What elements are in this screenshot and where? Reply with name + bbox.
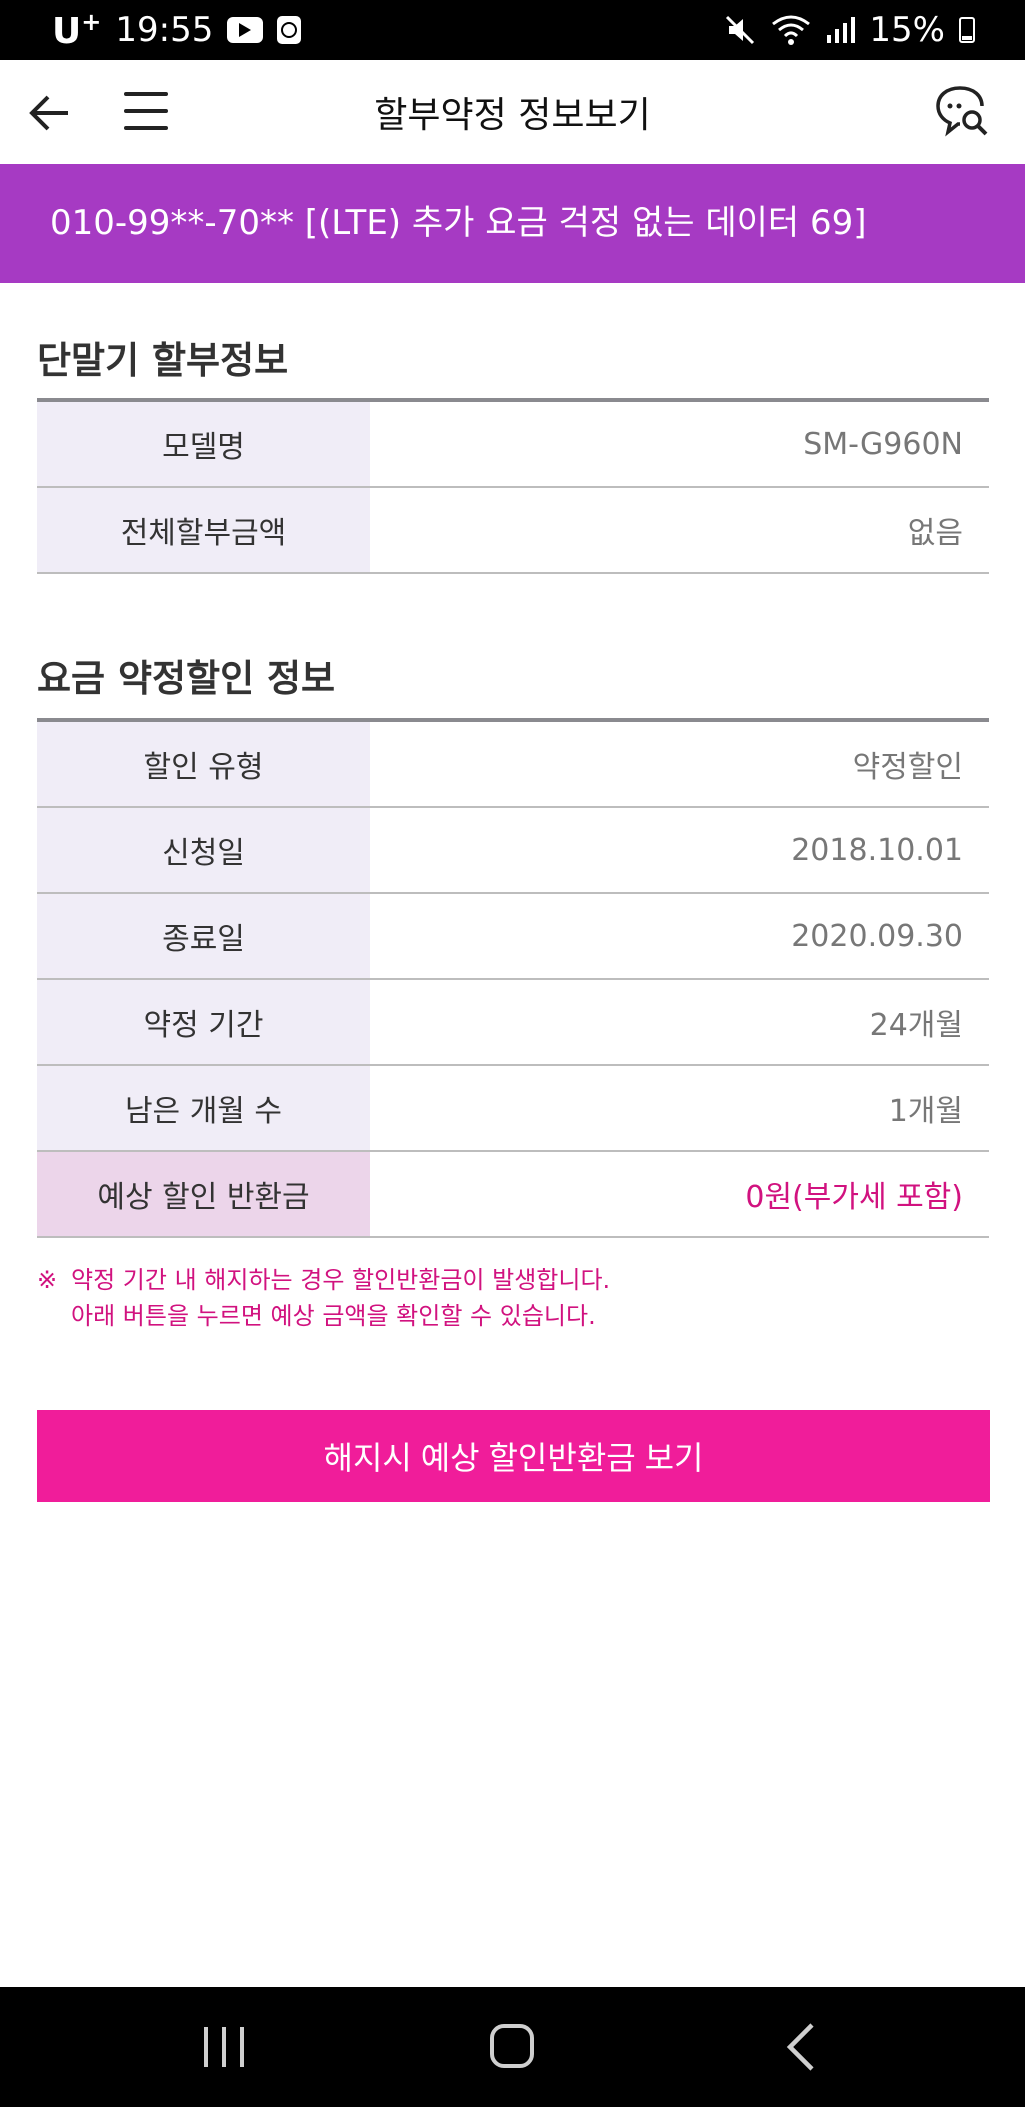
table-row: 남은 개월 수 1개월 [37,1066,989,1152]
row-value: 24개월 [869,1008,963,1043]
row-value: 없음 [907,516,963,551]
row-value: SM-G960N [803,426,963,462]
table-row: 전체할부금액 없음 [37,488,989,574]
row-label: 예상 할인 반환금 [37,1152,370,1236]
device-info-table: 모델명 SM-G960N 전체할부금액 없음 [37,398,989,574]
home-button[interactable] [490,2024,534,2068]
row-label: 남은 개월 수 [37,1066,370,1150]
battery-percent: 15% [869,10,945,50]
table-row: 모델명 SM-G960N [37,402,989,488]
notice-text: 약정 기간 내 해지하는 경우 할인반환금이 발생합니다. [71,1266,611,1294]
row-label: 할인 유형 [37,722,370,806]
carrier-superscript: + [81,8,102,36]
table-row: 신청일 2018.10.01 [37,808,989,894]
discount-info-table: 할인 유형 약정할인 신청일 2018.10.01 종료일 2020.09.30… [37,718,989,1238]
youtube-icon [227,17,264,43]
row-label: 신청일 [37,808,370,892]
status-bar: U+ 19:55 15% [0,0,1025,60]
plan-banner: 010-99**-70** [(LTE) 추가 요금 걱정 없는 데이터 69] [0,164,1025,283]
carrier-text: U [52,11,82,52]
clock-app-icon [277,16,302,44]
page-title: 할부약정 정보보기 [374,95,651,136]
recent-apps-icon [222,2027,226,2067]
device-section-title: 단말기 할부정보 [37,339,289,382]
system-back-button[interactable] [782,2021,822,2073]
view-expected-refund-button[interactable]: 해지시 예상 할인반환금 보기 [37,1410,990,1502]
table-row: 종료일 2020.09.30 [37,894,989,980]
refund-notice: ※ 약정 기간 내 해지하는 경우 할인반환금이 발생합니다. 아래 버튼을 누… [37,1262,989,1334]
discount-section-title: 요금 약정할인 정보 [37,657,336,700]
wifi-icon [772,15,811,45]
system-nav-bar [0,1987,1025,2107]
battery-icon [959,17,975,43]
recent-apps-icon [204,2027,208,2067]
row-label: 모델명 [37,402,370,486]
chevron-left-icon [786,2023,814,2071]
row-value: 1개월 [888,1094,963,1129]
mute-icon [726,15,755,45]
notice-text: 아래 버튼을 누르면 예상 금액을 확인할 수 있습니다. [71,1302,596,1330]
status-time: 19:55 [115,10,214,50]
status-left: U+ 19:55 [52,8,302,52]
recent-apps-icon [240,2027,244,2067]
recent-apps-button[interactable] [204,2027,244,2067]
row-label: 약정 기간 [37,980,370,1064]
chat-search-icon [936,86,988,137]
status-right: 15% [723,10,975,50]
table-row: 예상 할인 반환금 0원(부가세 포함) [37,1152,989,1238]
app-header: 할부약정 정보보기 [0,60,1025,164]
table-row: 약정 기간 24개월 [37,980,989,1066]
row-label: 종료일 [37,894,370,978]
notice-line: ※ 약정 기간 내 해지하는 경우 할인반환금이 발생합니다. [37,1262,989,1298]
expected-refund-value: 0원(부가세 포함) [745,1180,963,1215]
notice-mark: ※ [37,1266,58,1294]
row-value: 약정할인 [852,750,963,785]
carrier-label: U+ [52,8,101,52]
row-label: 전체할부금액 [37,488,370,572]
table-row: 할인 유형 약정할인 [37,722,989,808]
row-value: 2018.10.01 [791,832,963,868]
row-value: 2020.09.30 [791,918,963,954]
chat-search-button[interactable] [934,84,990,140]
signal-icon [827,17,856,43]
